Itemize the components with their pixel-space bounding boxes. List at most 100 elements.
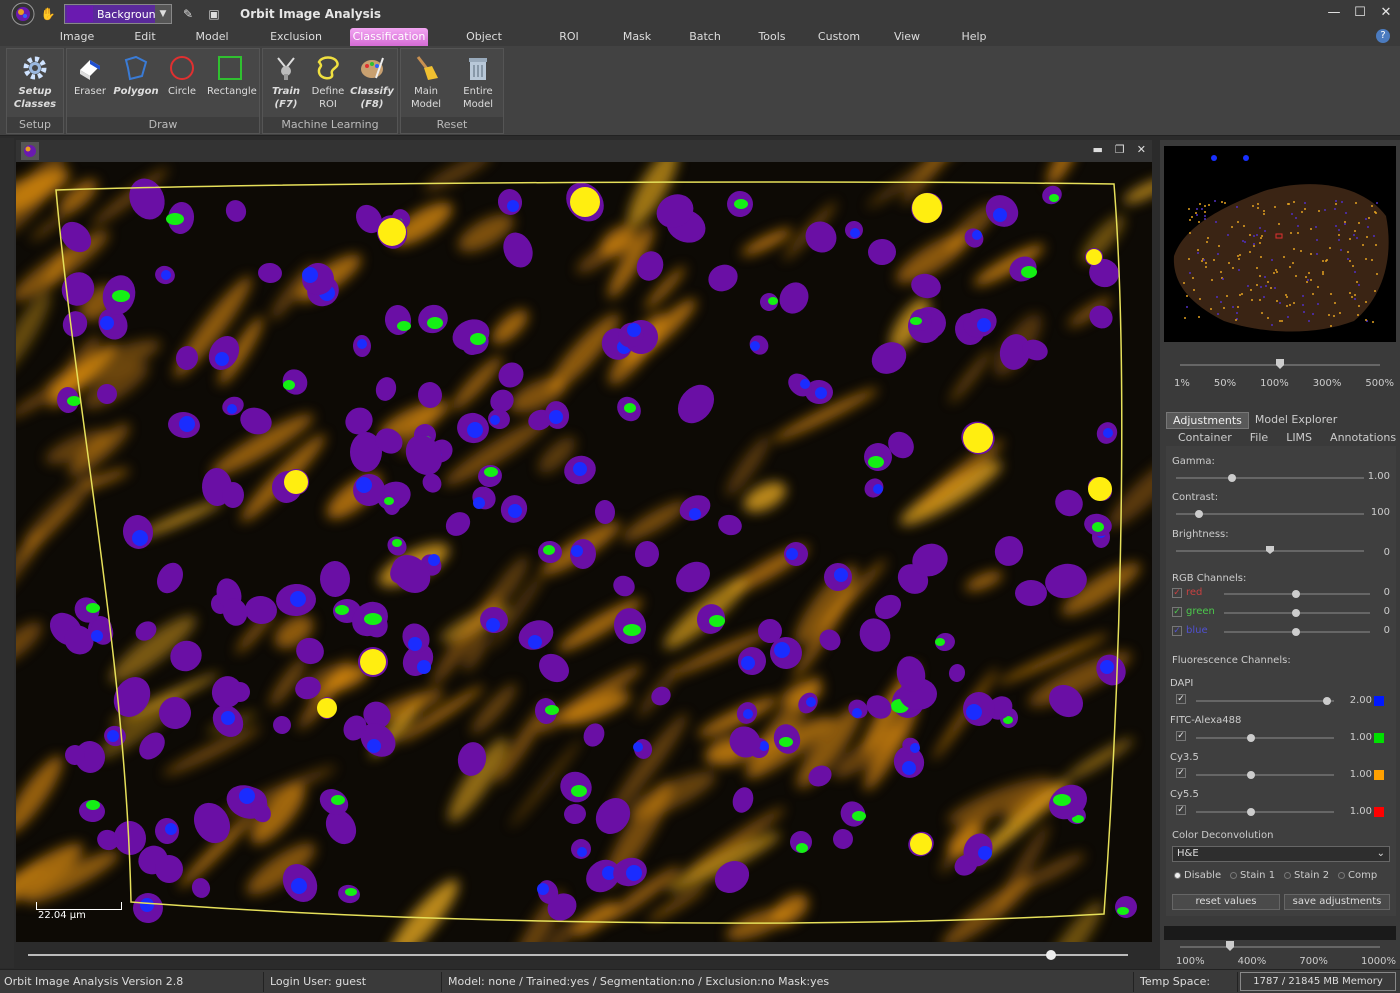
image-window-icon [20, 141, 40, 161]
classify-button[interactable]: Classify (F8) [349, 51, 395, 117]
doc-restore-icon[interactable]: ❐ [1115, 143, 1125, 156]
tab-mask[interactable]: Mask [620, 28, 654, 46]
radio-comp-label: Comp [1348, 870, 1378, 881]
channel-dapi-checkbox[interactable]: ✓ [1176, 694, 1186, 704]
radio-dot [1338, 871, 1345, 879]
circle-button[interactable]: Circle [159, 51, 205, 117]
help-icon[interactable]: ? [1376, 29, 1390, 43]
tab-adjustments[interactable]: Adjustments [1166, 412, 1249, 429]
slider-thumb[interactable] [1046, 950, 1056, 960]
image-viewer[interactable]: 22.04 µm [16, 162, 1152, 942]
gamma-slider-thumb[interactable] [1228, 474, 1237, 482]
rgb-red-checkbox[interactable]: ✓ [1172, 588, 1182, 598]
left-collapse-strip[interactable] [0, 138, 14, 968]
eraser-button[interactable]: Eraser [67, 51, 113, 117]
scale-bar: 22.04 µm [36, 902, 126, 922]
channel-cy3-5-slider-thumb[interactable] [1247, 771, 1256, 779]
tab-container[interactable]: Container [1172, 430, 1238, 445]
reset-main-model-button[interactable]: Main Model [403, 51, 449, 117]
app-logo-icon[interactable] [8, 0, 38, 28]
polygon-icon [121, 53, 151, 83]
tab-classification[interactable]: Classification [350, 28, 428, 46]
gamma-slider[interactable] [1176, 477, 1364, 479]
tab-model[interactable]: Model [192, 28, 232, 46]
radio-comp[interactable]: Comp [1338, 870, 1377, 881]
channel-cy3-5-checkbox[interactable]: ✓ [1176, 768, 1186, 778]
doc-close-icon[interactable]: ✕ [1137, 143, 1146, 156]
tab-object-detection[interactable]: Object Detection [440, 28, 528, 61]
close-icon[interactable]: ✕ [1378, 4, 1394, 20]
rgb-green-checkbox[interactable]: ✓ [1172, 607, 1182, 617]
channel-dapi-slider[interactable] [1196, 700, 1334, 702]
save-adjustments-button[interactable]: save adjustments [1284, 894, 1390, 910]
channel-cy3-5-slider[interactable] [1196, 774, 1334, 776]
setup-classes-button[interactable]: Setup Classes [12, 51, 58, 117]
rgb-red-slider-thumb[interactable] [1292, 590, 1300, 598]
tab-roi[interactable]: ROI [554, 28, 584, 46]
rgb-green-slider-thumb[interactable] [1292, 609, 1300, 617]
bottom-zoom-slider[interactable] [1180, 946, 1380, 948]
channel-fitc-alexa488-color[interactable] [1374, 733, 1384, 743]
radio-stain-2[interactable]: Stain 2 [1284, 870, 1329, 881]
train-button[interactable]: Train (F7) [263, 51, 309, 117]
reset-values-button[interactable]: reset values [1172, 894, 1280, 910]
pipette-icon[interactable]: ✎ [178, 4, 198, 24]
overview-thumbnail[interactable] [1164, 146, 1396, 342]
tab-image[interactable]: Image [58, 28, 96, 46]
radio-disable[interactable]: Disable [1174, 870, 1221, 881]
tab-batch[interactable]: Batch [686, 28, 724, 46]
tab-annotations[interactable]: Annotations [1324, 430, 1400, 445]
channel-dapi-slider-thumb[interactable] [1323, 697, 1332, 705]
tab-view[interactable]: View [890, 28, 924, 46]
channel-cy5-5-slider-thumb[interactable] [1247, 808, 1256, 816]
contrast-slider[interactable] [1176, 513, 1364, 515]
zoom-label: 500% [1365, 378, 1394, 389]
tab-edit[interactable]: Edit [128, 28, 162, 46]
class-selector[interactable]: Background ▼ [64, 4, 172, 24]
define-roi-button[interactable]: Define ROI [305, 51, 351, 117]
brightness-slider-thumb[interactable] [1266, 546, 1274, 554]
tab-tools[interactable]: Tools [754, 28, 790, 46]
chevron-down-icon[interactable]: ▼ [155, 5, 171, 23]
zoom-label: 50% [1213, 378, 1237, 389]
binoculars-icon[interactable]: ▣ [204, 4, 224, 24]
rgb-blue-slider-thumb[interactable] [1292, 628, 1300, 636]
channel-cy3-5-color[interactable] [1374, 770, 1384, 780]
channel-fitc-alexa488-slider-thumb[interactable] [1247, 734, 1256, 742]
channel-cy5-5-checkbox[interactable]: ✓ [1176, 805, 1186, 815]
rectangle-label: Rectangle [207, 86, 257, 97]
channel-dapi-color[interactable] [1374, 696, 1384, 706]
channel-cy5-5-slider[interactable] [1196, 811, 1334, 813]
classify-label-1: Classify [350, 86, 394, 97]
rgb-blue-value: 0 [1383, 625, 1390, 636]
rectangle-button[interactable]: Rectangle [207, 51, 257, 117]
hand-tool-icon[interactable]: ✋ [38, 4, 58, 24]
tab-file[interactable]: File [1244, 430, 1274, 445]
channel-fitc-alexa488-slider[interactable] [1196, 737, 1334, 739]
broom-icon [411, 53, 441, 83]
polygon-button[interactable]: Polygon [113, 51, 159, 117]
deconvolution-select[interactable]: H&E ⌄ [1172, 846, 1390, 862]
tab-help[interactable]: Help [958, 28, 990, 46]
tissue-image[interactable] [16, 162, 1152, 942]
horizontal-scroll-slider[interactable] [28, 950, 1138, 960]
contrast-slider-thumb[interactable] [1194, 510, 1203, 518]
status-temp-space: Temp Space: 7.79 GB [1136, 972, 1238, 992]
reset-entire-model-button[interactable]: Entire Model [455, 51, 501, 117]
rgb-blue-checkbox[interactable]: ✓ [1172, 626, 1182, 636]
minimize-icon[interactable]: — [1326, 4, 1342, 20]
channel-fitc-alexa488-checkbox[interactable]: ✓ [1176, 731, 1186, 741]
maximize-icon[interactable]: ☐ [1352, 4, 1368, 20]
tab-exclusion-model[interactable]: Exclusion Model [254, 28, 338, 61]
tab-model-explorer[interactable]: Model Explorer [1249, 412, 1343, 429]
radio-dot [1230, 871, 1237, 879]
gear-icon [20, 53, 50, 83]
tab-custom[interactable]: Custom [816, 28, 862, 46]
doc-minimize-icon[interactable]: ▬ [1093, 143, 1103, 156]
channel-cy5-5-color[interactable] [1374, 807, 1384, 817]
zoom-slider-thumb[interactable] [1276, 359, 1284, 369]
rgb-blue-label: blue [1186, 625, 1208, 636]
bottom-zoom-thumb[interactable] [1226, 941, 1234, 951]
tab-lims[interactable]: LIMS [1280, 430, 1318, 445]
radio-stain-1[interactable]: Stain 1 [1230, 870, 1275, 881]
